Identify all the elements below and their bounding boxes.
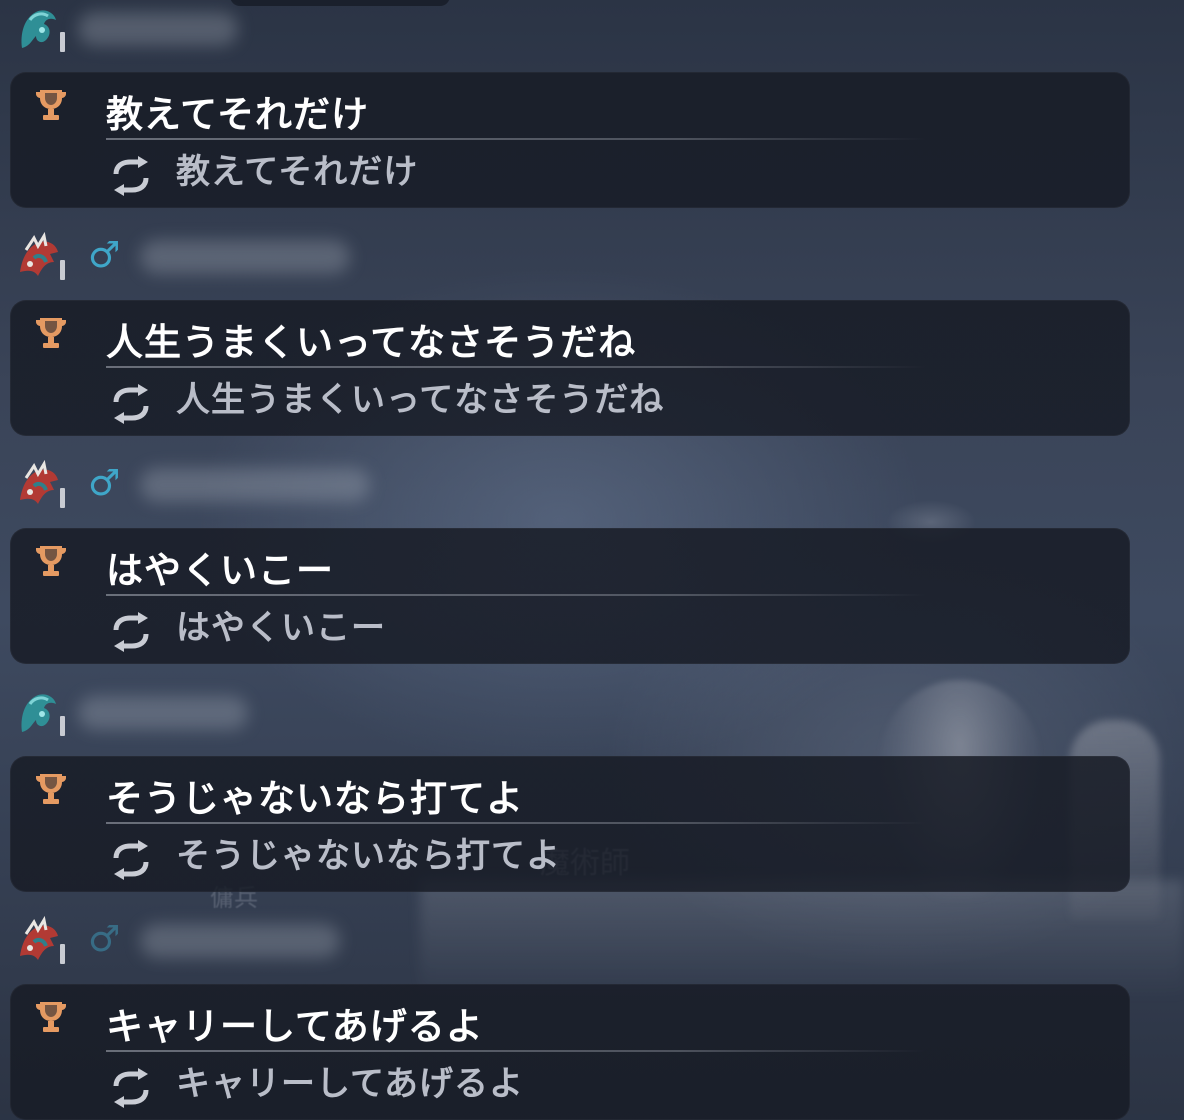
translate-icon[interactable] <box>110 384 152 424</box>
translated-text: 人生うまくいってなさそうだね <box>176 380 665 420</box>
divider <box>106 594 926 596</box>
message-text: はやくいこー <box>106 549 334 592</box>
red-character-icon <box>16 460 60 508</box>
translate-icon[interactable] <box>110 840 152 880</box>
message-bubble: はやくいこー はやくいこー <box>10 528 1130 664</box>
rank-indicator <box>60 944 65 964</box>
gender-male-icon: ♂ <box>88 919 121 960</box>
trophy-icon <box>32 770 70 808</box>
divider <box>106 1050 926 1052</box>
sender-row[interactable]: ♂ <box>16 232 436 284</box>
gender-male-icon: ♂ <box>88 463 121 504</box>
trophy-icon <box>32 998 70 1036</box>
divider <box>106 366 926 368</box>
translated-text: キャリーしてあげるよ <box>176 1064 524 1104</box>
divider <box>106 138 926 140</box>
translated-text: 教えてそれだけ <box>176 152 419 192</box>
message-bubble: 教えてそれだけ 教えてそれだけ <box>10 72 1130 208</box>
message-text: キャリーしてあげるよ <box>106 1005 484 1048</box>
gender-male-icon: ♂ <box>88 235 121 276</box>
translate-icon[interactable] <box>110 612 152 652</box>
message-bubble: キャリーしてあげるよ キャリーしてあげるよ <box>10 984 1130 1120</box>
sender-name-redacted <box>140 240 350 274</box>
trophy-icon <box>32 314 70 352</box>
chat-log: 教えてそれだけ 教えてそれだけ ♂ 人生うまくいってなさそうだね 人生うまくいっ… <box>0 0 1184 1120</box>
message-text: 教えてそれだけ <box>106 93 370 136</box>
sender-row[interactable]: ♂ <box>16 916 436 968</box>
message-bubble: そうじゃないなら打てよ そうじゃないなら打てよ <box>10 756 1130 892</box>
sender-name-redacted <box>78 12 238 46</box>
divider <box>106 822 926 824</box>
sender-row[interactable] <box>16 4 436 56</box>
rank-indicator <box>60 260 65 280</box>
message-text: そうじゃないなら打てよ <box>106 777 524 820</box>
teal-character-icon <box>16 688 60 736</box>
sender-row[interactable] <box>16 688 436 740</box>
red-character-icon <box>16 916 60 964</box>
teal-character-icon <box>16 4 60 52</box>
message-bubble: 人生うまくいってなさそうだね 人生うまくいってなさそうだね <box>10 300 1130 436</box>
sender-row[interactable]: ♂ <box>16 460 436 512</box>
sender-name-redacted <box>140 924 340 958</box>
sender-name-redacted <box>140 468 370 502</box>
sender-name-redacted <box>78 696 248 730</box>
translate-icon[interactable] <box>110 1068 152 1108</box>
rank-indicator <box>60 488 65 508</box>
translated-text: はやくいこー <box>176 608 386 648</box>
message-text: 人生うまくいってなさそうだね <box>106 321 637 364</box>
trophy-icon <box>32 86 70 124</box>
translate-icon[interactable] <box>110 156 152 196</box>
rank-indicator <box>60 716 65 736</box>
rank-indicator <box>60 32 65 52</box>
red-character-icon <box>16 232 60 280</box>
trophy-icon <box>32 542 70 580</box>
translated-text: そうじゃないなら打てよ <box>176 836 561 876</box>
